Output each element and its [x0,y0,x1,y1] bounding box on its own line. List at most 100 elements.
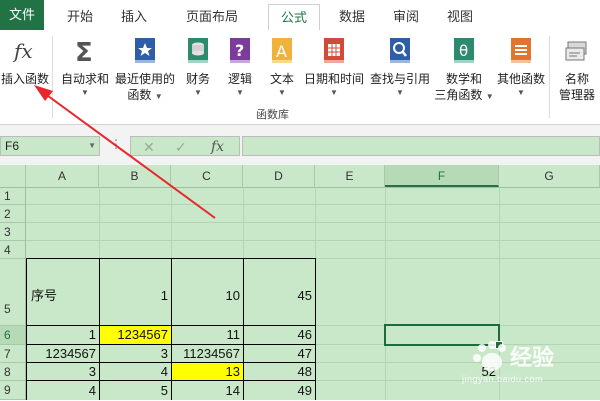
column-header-d[interactable]: D [243,165,315,187]
chevron-down-icon: ▼ [517,88,525,97]
table-border [243,258,244,400]
row-header-6[interactable]: 6 [0,326,26,345]
row-header-4[interactable]: 4 [0,241,26,259]
chevron-down-icon[interactable]: ▼ [88,137,96,155]
logical-button[interactable]: ? 逻辑 ▼ [222,34,258,106]
insert-function-icon[interactable]: fx [211,138,224,156]
enter-check-icon[interactable]: ✓ [175,138,187,156]
name-tags-icon [564,36,590,66]
autosum-button[interactable]: Σ 自动求和 ▼ [58,34,112,106]
cell-a6[interactable]: 1 [27,326,99,344]
chevron-down-icon: ▼ [396,88,404,97]
tab-insert[interactable]: 插入 [110,4,158,30]
recently-used-button[interactable]: 最近使用的 函数 ▼ [114,34,176,106]
name-manager-label: 名称 [564,72,589,86]
column-header-a[interactable]: A [26,165,99,187]
cell-b8[interactable]: 4 [99,363,171,380]
calendar-book-icon [321,36,347,66]
lookup-reference-button[interactable]: 查找与引用 ▼ [368,34,432,106]
chevron-down-icon: ▼ [236,88,244,97]
column-header-e[interactable]: E [315,165,385,187]
svg-text:θ: θ [459,42,468,60]
chevron-down-icon: ▼ [194,88,202,97]
math-trig-button[interactable]: θ 数学和 三角函数 ▼ [434,34,494,106]
sigma-icon: Σ [72,36,98,68]
table-border [171,258,172,400]
row-header-2[interactable]: 2 [0,205,26,223]
autosum-label: 自动求和 [60,72,109,86]
more-functions-label: 其他函数 [496,72,545,86]
name-box-value: F6 [5,139,20,153]
name-manager-label-2: 管理器 [558,88,595,102]
tab-formulas[interactable]: 公式 [268,4,320,31]
date-time-button[interactable]: 日期和时间 ▼ [302,34,366,106]
cell-c8[interactable]: 13 [172,363,243,380]
formula-input[interactable] [242,136,600,156]
cell-c5[interactable]: 10 [171,259,243,325]
cell-a5[interactable]: 序号 [27,259,99,325]
column-header-g[interactable]: G [499,165,600,187]
table-border [26,258,27,400]
cell-d6[interactable]: 46 [243,326,315,344]
svg-text:fx: fx [12,39,33,63]
svg-text:A: A [276,42,287,61]
star-book-icon [132,36,158,66]
cell-a9[interactable]: 4 [27,381,99,400]
cell-a8[interactable]: 3 [27,363,99,380]
cancel-icon[interactable]: ✕ [143,138,155,156]
gridline [26,204,600,205]
name-manager-button[interactable]: 名称 管理器 [554,34,600,106]
column-header-c[interactable]: C [171,165,243,187]
text-button[interactable]: A 文本 ▼ [264,34,300,106]
cell-b9[interactable]: 5 [99,381,171,400]
cell-c6[interactable]: 11 [171,326,243,344]
tab-home[interactable]: 开始 [56,4,104,30]
cell-b7[interactable]: 3 [99,345,171,362]
row-header-9[interactable]: 9 [0,381,26,400]
chevron-down-icon: ▼ [278,88,286,97]
cell-d9[interactable]: 49 [243,381,315,400]
coins-book-icon [185,36,211,66]
cell-b5[interactable]: 1 [99,259,171,325]
tab-page-layout[interactable]: 页面布局 [166,4,258,30]
tab-view[interactable]: 视图 [436,4,484,30]
row-header-3[interactable]: 3 [0,223,26,241]
watermark-text: 经验 [510,345,555,370]
baidu-jingyan-watermark: 经验 jingyan.baidu.com [462,338,597,398]
letter-a-book-icon: A [269,36,295,66]
insert-function-button[interactable]: fx 插入函数 [0,34,50,106]
cell-d7[interactable]: 47 [243,345,315,362]
row-header-1[interactable]: 1 [0,187,26,205]
table-border [315,258,316,400]
question-book-icon: ? [227,36,253,66]
ribbon-tab-bar: 文件 开始 插入 页面布局 公式 数据 审阅 视图 [0,0,600,31]
cell-d5[interactable]: 45 [243,259,315,325]
name-box[interactable]: F6 ▼ [0,136,100,156]
math-trig-label: 数学和 [445,72,482,86]
row-header-7[interactable]: 7 [0,345,26,363]
cell-c7[interactable]: 11234567 [171,345,243,362]
row-header-5[interactable]: 5 [0,259,26,326]
cell-a7[interactable]: 1234567 [27,345,99,362]
date-time-label: 日期和时间 [303,72,364,86]
column-header-f[interactable]: F [385,165,499,187]
tab-data[interactable]: 数据 [328,4,376,30]
theta-book-icon: θ [451,36,477,66]
tab-file[interactable]: 文件 [0,0,44,30]
chevron-down-icon: ▼ [330,88,338,97]
column-header-b[interactable]: B [99,165,171,187]
chevron-down-icon: ▼ [81,88,89,97]
lookup-reference-label: 查找与引用 [369,72,430,86]
select-all-corner[interactable] [0,165,26,187]
cell-b6[interactable]: 1234567 [100,326,171,344]
cell-c9[interactable]: 14 [171,381,243,400]
tab-review[interactable]: 审阅 [382,4,430,30]
more-functions-button[interactable]: 其他函数 ▼ [494,34,548,106]
table-border [99,258,100,400]
formula-bar-splitter-icon[interactable]: ⋮ [110,137,122,151]
gridline [26,240,600,241]
row-header-8[interactable]: 8 [0,363,26,381]
financial-button[interactable]: 财务 ▼ [180,34,216,106]
cell-d8[interactable]: 48 [243,363,315,380]
ribbon-formulas: fx 插入函数 Σ 自动求和 ▼ 最近使用的 函数 ▼ 财务 ▼ ? 逻辑 ▼ [0,30,600,125]
